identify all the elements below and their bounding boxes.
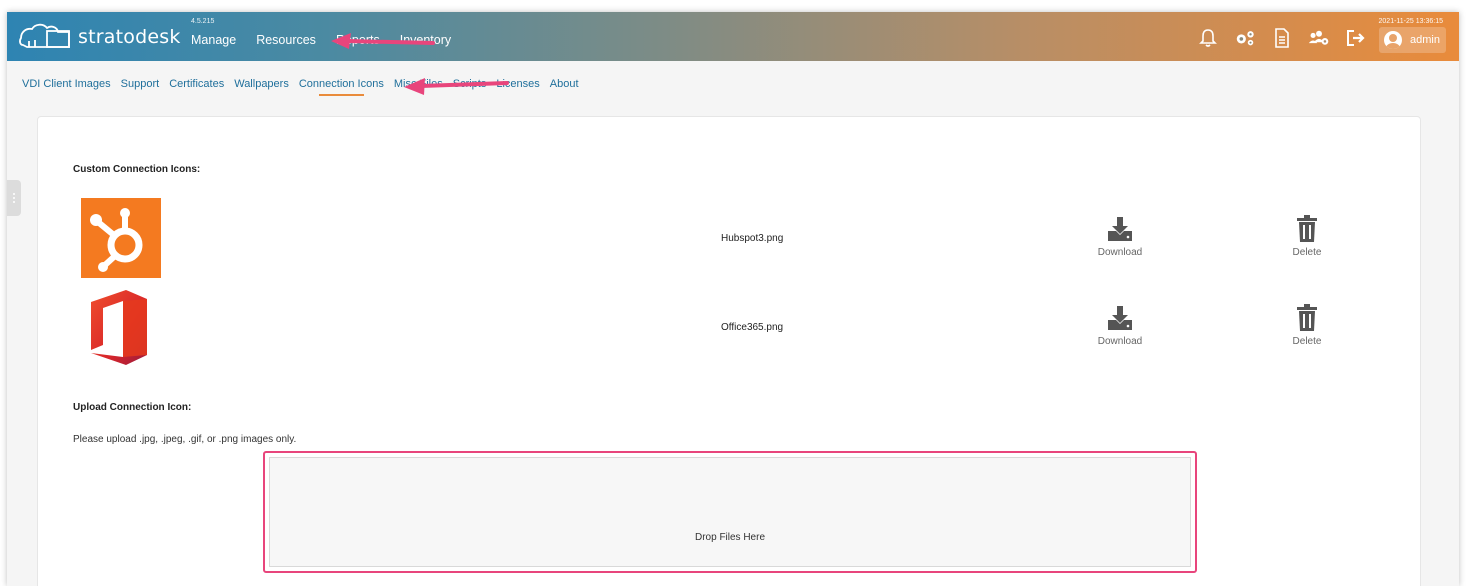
nav-inventory[interactable]: Inventory — [400, 33, 451, 47]
avatar — [1384, 31, 1402, 49]
sidebar-toggle-handle[interactable] — [7, 180, 21, 216]
download-label: Download — [1097, 247, 1143, 258]
drop-zone-area[interactable]: Drop Files Here — [269, 457, 1191, 567]
subnav-licenses[interactable]: Licenses — [496, 78, 539, 96]
users-cog-icon[interactable] — [1308, 28, 1330, 48]
subnav-wallpapers[interactable]: Wallpapers — [234, 78, 289, 96]
trash-icon — [1297, 215, 1317, 242]
subnav-about[interactable]: About — [550, 78, 579, 96]
nav-reports[interactable]: Reports — [336, 33, 380, 47]
gears-icon[interactable] — [1234, 28, 1256, 48]
subnav-misc-files[interactable]: Misc Files — [394, 78, 443, 96]
download-label: Download — [1097, 336, 1143, 347]
subnav-scripts[interactable]: Scripts — [453, 78, 487, 96]
drop-zone[interactable]: Drop Files Here — [263, 451, 1197, 573]
download-icon — [1108, 306, 1132, 330]
subnav-support[interactable]: Support — [121, 78, 160, 96]
server-timestamp: 2021-11-25 13:36:15 — [1378, 18, 1443, 25]
user-name: admin — [1410, 34, 1440, 46]
custom-icons-title: Custom Connection Icons: — [73, 164, 201, 175]
download-button[interactable]: Download — [1090, 304, 1150, 347]
sign-out-icon[interactable] — [1345, 28, 1367, 48]
subnav-vdi-client-images[interactable]: VDI Client Images — [22, 78, 111, 96]
header-actions — [1197, 28, 1382, 48]
document-icon[interactable] — [1271, 28, 1293, 48]
upload-title: Upload Connection Icon: — [73, 402, 192, 413]
user-menu[interactable]: admin — [1379, 27, 1446, 53]
delete-label: Delete — [1292, 336, 1322, 347]
trash-icon — [1297, 304, 1317, 331]
brand-name: stratodesk — [78, 26, 181, 48]
subnav-certificates[interactable]: Certificates — [169, 78, 224, 96]
app-window: stratodesk 4.5.215 Manage Resources Repo… — [7, 12, 1459, 586]
delete-button[interactable]: Delete — [1277, 215, 1337, 258]
nav-resources[interactable]: Resources — [256, 33, 316, 47]
icon-filename: Hubspot3.png — [721, 233, 784, 244]
office365-logo-icon — [91, 290, 147, 365]
download-button[interactable]: Download — [1090, 215, 1150, 258]
top-header: stratodesk 4.5.215 Manage Resources Repo… — [7, 12, 1459, 61]
icon-row: Office365.png Download Delete — [38, 287, 1420, 369]
subnav-connection-icons[interactable]: Connection Icons — [299, 78, 384, 96]
hubspot-logo-icon — [81, 198, 161, 278]
main-nav: Manage Resources Reports Inventory — [191, 33, 471, 47]
delete-label: Delete — [1292, 247, 1322, 258]
resources-subnav: VDI Client Images Support Certificates W… — [22, 78, 589, 96]
drop-zone-label: Drop Files Here — [694, 532, 766, 543]
stratodesk-logo-icon — [19, 23, 70, 48]
delete-button[interactable]: Delete — [1277, 304, 1337, 347]
connection-icons-panel: Custom Connection Icons: Hubspot3.png Do… — [37, 116, 1421, 586]
bell-icon[interactable] — [1197, 28, 1219, 48]
version-label: 4.5.215 — [191, 18, 215, 25]
icon-filename: Office365.png — [721, 322, 784, 333]
nav-manage[interactable]: Manage — [191, 33, 236, 47]
icon-row: Hubspot3.png Download Delete — [38, 198, 1420, 280]
upload-help-text: Please upload .jpg, .jpeg, .gif, or .png… — [73, 434, 297, 445]
download-icon — [1108, 217, 1132, 241]
